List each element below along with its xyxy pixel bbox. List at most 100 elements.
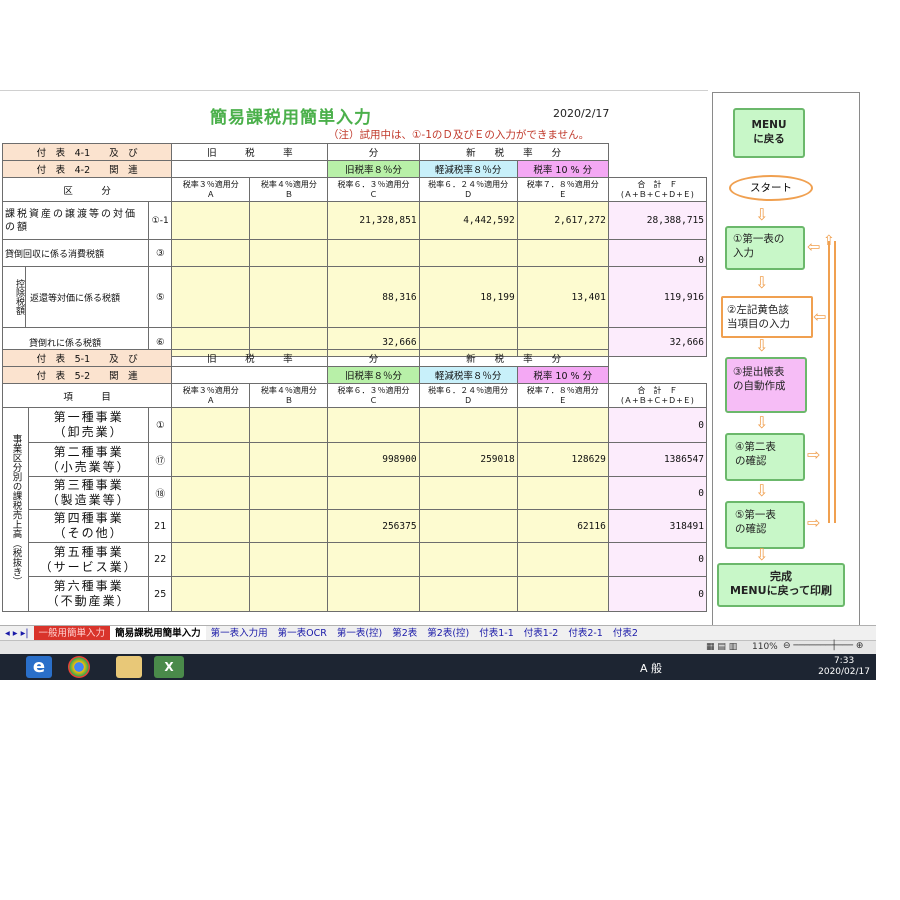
cell-b4-d[interactable] bbox=[418, 509, 518, 543]
cell-r2-a[interactable] bbox=[171, 239, 251, 267]
biz-no-4: 21 bbox=[148, 509, 173, 543]
cell-r1-d[interactable]: 4,442,592 bbox=[418, 201, 518, 240]
t1-header-1: 付 表 4-1 及 び bbox=[1, 143, 173, 161]
cell-r3-a[interactable] bbox=[171, 266, 251, 328]
table-fuhyo5: 付 表 5-1 及 び 旧 税 率 分 新 税 率 分 付 表 5-2 関 連 … bbox=[1, 349, 708, 612]
date-cell[interactable]: 2020/2/17 bbox=[553, 107, 609, 120]
cell-r2-e[interactable] bbox=[516, 239, 609, 267]
ie-icon[interactable]: e bbox=[26, 656, 52, 678]
cell-b6-d[interactable] bbox=[418, 576, 518, 612]
step5-button[interactable]: ⑤第一表 の確認 bbox=[725, 501, 805, 549]
tab-dai1-ocr[interactable]: 第一表OCR bbox=[273, 626, 332, 641]
cell-b2-e[interactable]: 128629 bbox=[516, 442, 609, 477]
cell-b5-c[interactable] bbox=[327, 542, 420, 577]
cell-b4-b[interactable] bbox=[249, 509, 329, 543]
excel-window: 簡易課税用簡単入力 2020/2/17 （注）試用中は、①-1のＤ及びＥの入力が… bbox=[0, 90, 876, 680]
cell-r1-b[interactable] bbox=[249, 201, 329, 240]
view-mode-icons[interactable]: ▦ ▤ ▥ bbox=[706, 642, 737, 652]
chrome-icon[interactable] bbox=[68, 656, 90, 678]
col-c78: 税率７．８％適用分 Ｅ bbox=[516, 177, 609, 202]
cell-b4-a[interactable] bbox=[171, 509, 251, 543]
biz-name-5: 第五種事業 （サービス業） bbox=[28, 542, 150, 577]
cell-b1-a[interactable] bbox=[171, 407, 251, 443]
biz-no-2: ⑰ bbox=[148, 442, 173, 477]
cell-b1-d[interactable] bbox=[418, 407, 518, 443]
cell-b1-e[interactable] bbox=[516, 407, 609, 443]
cell-r1-f: 28,388,715 bbox=[607, 201, 708, 240]
cell-r3-b[interactable] bbox=[249, 266, 329, 328]
cell-r3-d[interactable]: 18,199 bbox=[418, 266, 518, 328]
cell-b2-a[interactable] bbox=[171, 442, 251, 477]
cell-b2-d[interactable]: 259018 bbox=[418, 442, 518, 477]
row2-label: 貸倒回収に係る消費税額 bbox=[1, 239, 150, 267]
label-r8: 軽減税率８％分 bbox=[418, 160, 518, 178]
cell-b4-e[interactable]: 62116 bbox=[516, 509, 609, 543]
cell-b3-d[interactable] bbox=[418, 476, 518, 510]
down-arrow-icon: ⇩ bbox=[755, 205, 769, 224]
left-arrow-icon: ⇦ bbox=[813, 307, 827, 326]
clock[interactable]: 7:33 2020/02/17 bbox=[818, 656, 870, 678]
trial-note: （注）試用中は、①-1のＤ及びＥの入力ができません。 bbox=[328, 129, 590, 141]
t2-col-c4: 税率４％適用分 Ｂ bbox=[249, 383, 329, 408]
cell-b6-b[interactable] bbox=[249, 576, 329, 612]
cell-b2-c[interactable]: 998900 bbox=[327, 442, 420, 477]
cell-b4-c[interactable]: 256375 bbox=[327, 509, 420, 543]
status-bar: ▦ ▤ ▥ 110% ⊖ ───────┼─── ⊕ bbox=[0, 640, 876, 655]
tab-fuhyo1-2[interactable]: 付表1-2 bbox=[519, 626, 564, 641]
cell-b3-c[interactable] bbox=[327, 476, 420, 510]
cell-b6-e[interactable] bbox=[516, 576, 609, 612]
tab-fuhyo2-1[interactable]: 付表2-1 bbox=[563, 626, 608, 641]
tab-dai2-hikae[interactable]: 第2表(控) bbox=[422, 626, 474, 641]
col-c4: 税率４％適用分 Ｂ bbox=[249, 177, 329, 202]
cell-r2-c[interactable] bbox=[327, 239, 420, 267]
cell-r2-b[interactable] bbox=[249, 239, 329, 267]
step1-button[interactable]: ①第一表の 入力 bbox=[725, 226, 805, 270]
step4-button[interactable]: ④第二表 の確認 bbox=[725, 433, 805, 481]
cell-b1-b[interactable] bbox=[249, 407, 329, 443]
cell-r2-d[interactable] bbox=[418, 239, 518, 267]
spreadsheet-area: 簡易課税用簡単入力 2020/2/17 （注）試用中は、①-1のＤ及びＥの入力が… bbox=[0, 90, 708, 626]
excel-icon[interactable]: X bbox=[154, 656, 184, 678]
ime-indicator[interactable]: A 般 bbox=[640, 660, 662, 676]
cell-b3-a[interactable] bbox=[171, 476, 251, 510]
tab-dai1-input[interactable]: 第一表入力用 bbox=[206, 626, 273, 641]
cell-b1-c[interactable] bbox=[327, 407, 420, 443]
start-oval: スタート bbox=[729, 175, 813, 201]
cell-r1-a[interactable] bbox=[171, 201, 251, 240]
down-arrow-icon: ⇩ bbox=[755, 545, 769, 564]
tab-nav-icon[interactable]: ◂ ▸ ▸| bbox=[0, 626, 34, 641]
step3-button[interactable]: ③提出帳表 の自動作成 bbox=[725, 357, 807, 413]
explorer-icon[interactable] bbox=[116, 656, 142, 678]
down-arrow-icon: ⇩ bbox=[755, 336, 769, 355]
tab-fuhyo2[interactable]: 付表2 bbox=[608, 626, 643, 641]
zoom-slider[interactable]: ⊖ ───────┼─── ⊕ bbox=[783, 641, 863, 651]
cell-r3-c[interactable]: 88,316 bbox=[327, 266, 420, 328]
cell-b6-a[interactable] bbox=[171, 576, 251, 612]
cell-b3-e[interactable] bbox=[516, 476, 609, 510]
tab-ippan[interactable]: 一般用簡単入力 bbox=[33, 626, 111, 641]
cell-b1-f: 0 bbox=[607, 407, 708, 443]
cell-r3-e[interactable]: 13,401 bbox=[516, 266, 609, 328]
cell-b6-c[interactable] bbox=[327, 576, 420, 612]
cell-b5-b[interactable] bbox=[249, 542, 329, 577]
cell-b5-e[interactable] bbox=[516, 542, 609, 577]
cell-b2-b[interactable] bbox=[249, 442, 329, 477]
cell-r1-c[interactable]: 21,328,851 bbox=[327, 201, 420, 240]
cell-b5-a[interactable] bbox=[171, 542, 251, 577]
col-c3: 税率３％適用分 Ａ bbox=[171, 177, 251, 202]
cell-r1-e[interactable]: 2,617,272 bbox=[516, 201, 609, 240]
tab-dai2[interactable]: 第2表 bbox=[387, 626, 422, 641]
done-button[interactable]: 完成 MENUに戻って印刷 bbox=[717, 563, 845, 607]
col-c624: 税率６．２４％適用分 Ｄ bbox=[418, 177, 518, 202]
cell-b5-d[interactable] bbox=[418, 542, 518, 577]
page-title: 簡易課税用簡単入力 bbox=[210, 108, 372, 128]
kojo-label: 控除税額 bbox=[4, 267, 26, 327]
tab-dai1-hikae[interactable]: 第一表(控) bbox=[332, 626, 387, 641]
kubun-header: 区 分 bbox=[1, 177, 173, 202]
tab-fuhyo1-1[interactable]: 付表1-1 bbox=[474, 626, 519, 641]
cell-b3-b[interactable] bbox=[249, 476, 329, 510]
tab-kani[interactable]: 簡易課税用簡単入力 bbox=[110, 626, 206, 641]
cell-b4-f: 318491 bbox=[607, 509, 708, 543]
menu-button[interactable]: MENU に戻る bbox=[733, 108, 805, 158]
biz-name-3: 第三種事業 （製造業等） bbox=[28, 476, 150, 510]
